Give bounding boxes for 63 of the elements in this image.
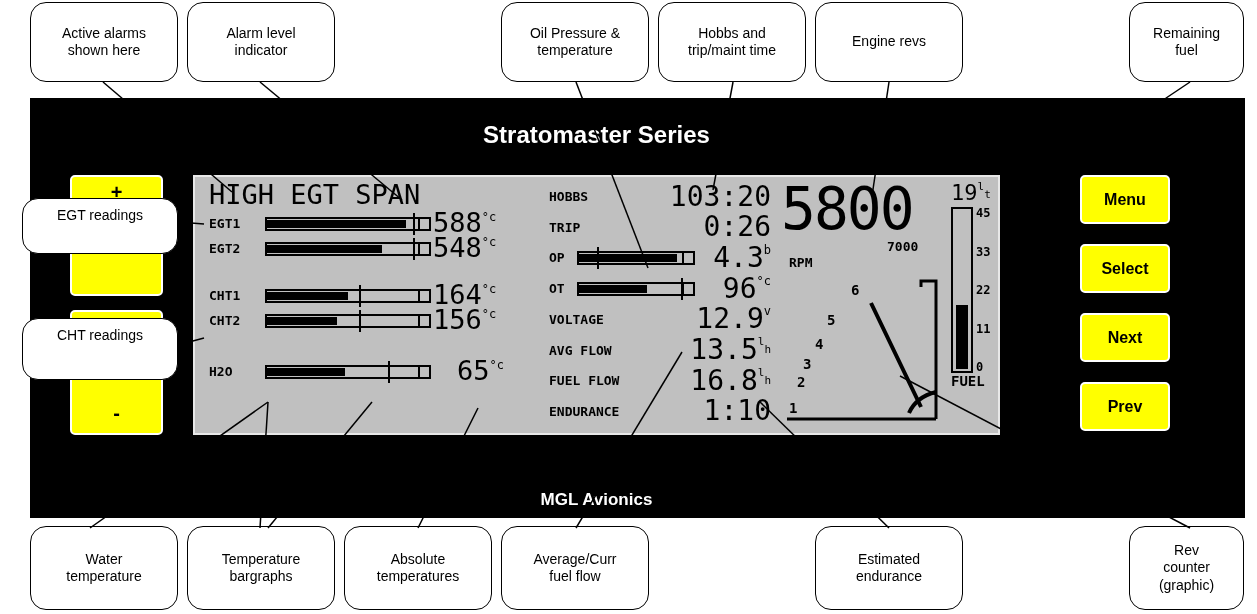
callout: Average/Curr fuel flow [501,526,649,610]
scale-label: 0 [976,361,985,373]
scale-label: 11 [976,322,991,335]
callout: Estimated endurance [815,526,963,610]
rpm-max-label: 7000 [887,239,919,254]
gauge-label: CHT1 [209,288,242,303]
scale-label: 33 [976,245,991,258]
scale-label: 6 [851,282,860,298]
callout: Active alarms shown here [30,2,178,82]
readout-label: ENDURANCE [549,403,621,419]
unit-label: °c [489,358,504,372]
readout-value: 16.8 [689,366,758,395]
gauge-label: H2O [209,364,234,379]
unit-label: °c [481,307,497,321]
unit-label: v [763,305,771,318]
fuel-label: FUEL [951,373,985,389]
readout-label: OT [549,281,566,297]
gauge-label: EGT1 [209,216,242,231]
brand-name: MGL Avionics [540,490,653,511]
unit-label: °c [481,210,497,224]
callout: Remaining fuel [1129,2,1244,82]
scale-label: 45 [976,207,991,219]
scale-label: 22 [976,284,991,296]
unit-label: °c [481,235,497,249]
scale-label: 3 [803,356,812,372]
callout-tooltip: CHT readings [22,318,178,380]
callout: Absolute temperatures [344,526,492,610]
fuel-value: 19 [951,180,978,205]
callout: Hobbs and trip/maint time [658,2,806,82]
readout-value: 4.3 [712,243,764,272]
readout-label: TRIP [549,219,582,235]
scale-label: 5 [827,312,836,328]
callout: Rev counter (graphic) [1129,526,1244,610]
alarm-text: HIGH EGT SPAN [209,181,422,209]
readout-label: VOLTAGE [549,311,605,327]
unit-label: °c [481,282,497,296]
scale-label: 4 [815,336,824,352]
callout: Engine revs [815,2,963,82]
callout: Alarm level indicator [187,2,335,82]
temperature-value: 65 [456,355,490,386]
readout-value: 12.9 [695,305,764,334]
rpm-value: 5800 [781,181,913,237]
readout-label: HOBBS [549,189,590,204]
readout-value: 13.5 [689,336,758,364]
callout-tooltip: EGT readings [22,198,178,254]
readout-value: 96 [721,274,757,303]
gauge-label: EGT2 [209,241,242,256]
unit-label: b [763,243,771,256]
callout: Oil Pressure & temperature [501,2,649,82]
scale-label: 2 [797,374,806,390]
readout-value: 1:10 [702,397,771,426]
rpm-label: RPM [789,255,813,270]
readout-label: AVG FLOW [549,342,613,358]
readout-label: FUEL FLOW [549,373,621,389]
unit-label: °c [756,274,771,287]
gauge-label: CHT2 [209,313,242,328]
callout: Water temperature [30,526,178,610]
readout-value: 103:20 [668,182,771,211]
scale-label: 1 [789,400,798,416]
callout: Temperature bargraphs [187,526,335,610]
readout-label: OP [549,250,566,266]
device-title: Stratomaster Series [483,121,710,150]
readout-value: 0:26 [702,213,771,242]
